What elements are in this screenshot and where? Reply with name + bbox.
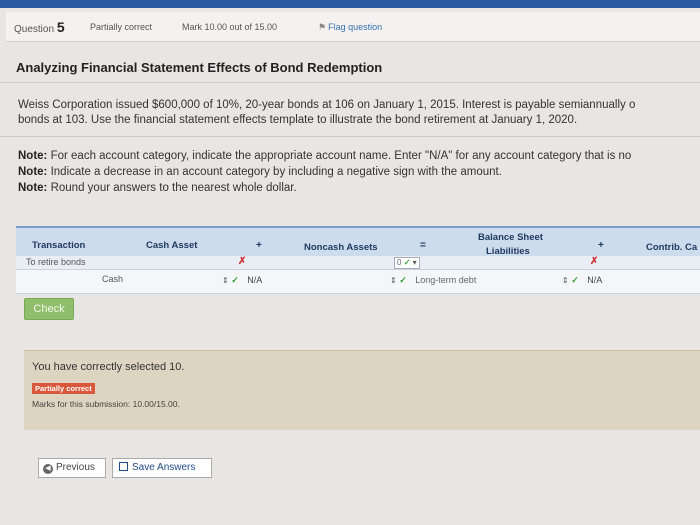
question-status: Partially correct: [90, 22, 153, 32]
col-transaction: Transaction: [32, 240, 86, 251]
feedback-message: You have correctly selected 10.: [32, 361, 185, 373]
op-plus: +: [598, 240, 604, 251]
check-icon: ✓: [399, 275, 407, 285]
incorrect-icon: ✗: [238, 256, 247, 267]
balance-sheet-label: Balance Sheet: [478, 232, 543, 243]
problem-line-1: Weiss Corporation issued $600,000 of 10%…: [18, 99, 636, 111]
table-row: Cash ⇕ ✓ N/A ⇕ ✓ Long-term debt ⇕ ✓ N/A: [16, 270, 700, 294]
status-badge: Partially correct: [32, 383, 95, 394]
updown-icon: ⇕: [390, 276, 397, 285]
divider: [0, 136, 700, 137]
liability-amount-select[interactable]: 0 ✓ ▾: [394, 257, 420, 269]
submission-marks: Marks for this submission: 10.00/15.00.: [32, 399, 180, 409]
notes: Note: For each account category, indicat…: [18, 148, 700, 196]
save-icon: [119, 462, 128, 471]
check-icon: ✓: [571, 275, 579, 285]
op-plus: +: [256, 240, 262, 251]
table-row: To retire bonds ✗ 0 ✓ ▾ ✗: [16, 256, 700, 270]
problem-text: Weiss Corporation issued $600,000 of 10%…: [18, 98, 700, 128]
flag-question-link[interactable]: ⚑ Flag question: [318, 22, 382, 33]
question-mark: Mark 10.00 out of 15.00: [182, 22, 278, 32]
op-equals: =: [420, 240, 426, 251]
updown-icon: ⇕: [562, 276, 569, 285]
save-answers-button[interactable]: Save Answers: [112, 458, 212, 478]
incorrect-icon: ✗: [590, 256, 599, 267]
liability-account-select[interactable]: ⇕ ✓ Long-term debt: [390, 275, 476, 286]
chevron-down-icon: ▾: [412, 258, 417, 267]
quiz-page: Question 5 Partially correct Mark 10.00 …: [0, 0, 700, 525]
note-1: Note: For each account category, indicat…: [18, 150, 632, 162]
note-2: Note: Indicate a decrease in an account …: [18, 166, 502, 178]
chevron-left-icon: ◀: [43, 464, 53, 474]
check-icon: ✓: [231, 275, 239, 285]
noncash-account-select[interactable]: ⇕ ✓ N/A: [222, 275, 262, 286]
top-bar: [0, 0, 700, 8]
note-3: Note: Round your answers to the nearest …: [18, 182, 297, 194]
updown-icon: ⇕: [222, 276, 229, 285]
divider: [0, 82, 700, 83]
feedback-panel: You have correctly selected 10. Partiall…: [24, 350, 700, 430]
question-number: Question 5: [14, 19, 65, 35]
problem-line-2: bonds at 103. Use the financial statemen…: [18, 114, 578, 126]
previous-button[interactable]: ◀ Previous: [38, 458, 106, 478]
contrib-account-select[interactable]: ⇕ ✓ N/A: [562, 275, 602, 286]
cash-account-label: Cash: [102, 274, 124, 284]
col-cash-asset: Cash Asset: [146, 240, 198, 251]
row-label: To retire bonds: [26, 257, 86, 267]
col-noncash-assets: Noncash Assets: [304, 242, 378, 253]
check-icon: ✓: [403, 258, 411, 267]
question-header: Question 5 Partially correct Mark 10.00 …: [6, 12, 700, 42]
question-title: Analyzing Financial Statement Effects of…: [16, 60, 383, 75]
flag-icon: ⚑: [318, 22, 327, 32]
col-contrib-capital: Contrib. Ca: [646, 242, 698, 253]
check-button[interactable]: Check: [24, 298, 74, 320]
template-table-header: Transaction Cash Asset + Noncash Assets …: [16, 226, 700, 257]
